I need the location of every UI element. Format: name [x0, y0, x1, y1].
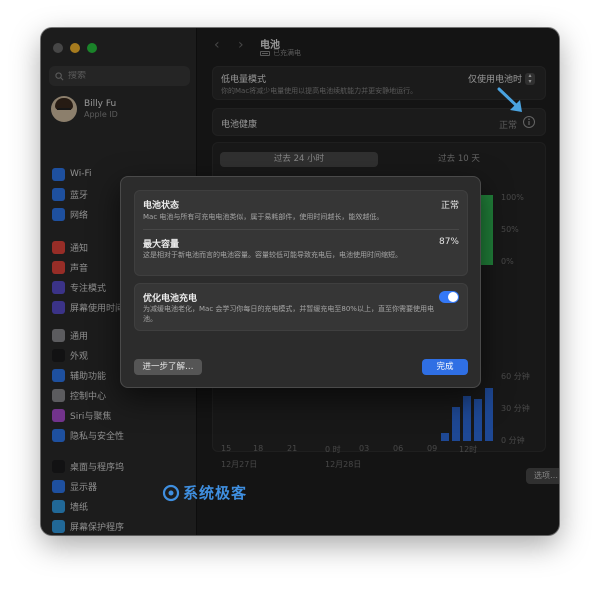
- battery-info-card: 电池状态 正常 Mac 电池与所有可充电电池类似，属于易耗部件，使用时间越长，能…: [134, 190, 468, 276]
- max-capacity-title: 最大容量: [143, 240, 180, 250]
- battery-status-title: 电池状态: [143, 201, 180, 211]
- optimized-charging-toggle[interactable]: [439, 291, 459, 303]
- battery-status-value: 正常: [440, 201, 459, 211]
- max-capacity-value: 87%: [438, 237, 459, 247]
- annotation-arrow-icon: [497, 87, 522, 112]
- optimized-charging-desc: 为减缓电池老化，Mac 会学习你每日的充电模式，并暂缓充电至80%以上，直至你需…: [143, 305, 434, 323]
- divider: [143, 229, 459, 230]
- optimized-charging-card: 优化电池充电 为减缓电池老化，Mac 会学习你每日的充电模式，并暂缓充电至80%…: [134, 283, 468, 331]
- optimized-charging-title: 优化电池充电: [143, 294, 198, 304]
- watermark: 系统极客: [162, 482, 247, 503]
- watermark-logo-icon: [162, 484, 180, 501]
- max-capacity-desc: 这是相对于新电池而言的电池容量。容量较低可能导致充电后，电池使用时间缩短。: [143, 251, 402, 259]
- done-button[interactable]: 完成: [422, 359, 468, 375]
- battery-health-sheet: 电池状态 正常 Mac 电池与所有可充电电池类似，属于易耗部件，使用时间越长，能…: [120, 176, 481, 388]
- battery-status-desc: Mac 电池与所有可充电电池类似，属于易耗部件，使用时间越长，能效越低。: [143, 213, 384, 221]
- learn-more-button[interactable]: 进一步了解…: [134, 359, 202, 375]
- watermark-text: 系统极客: [183, 484, 248, 502]
